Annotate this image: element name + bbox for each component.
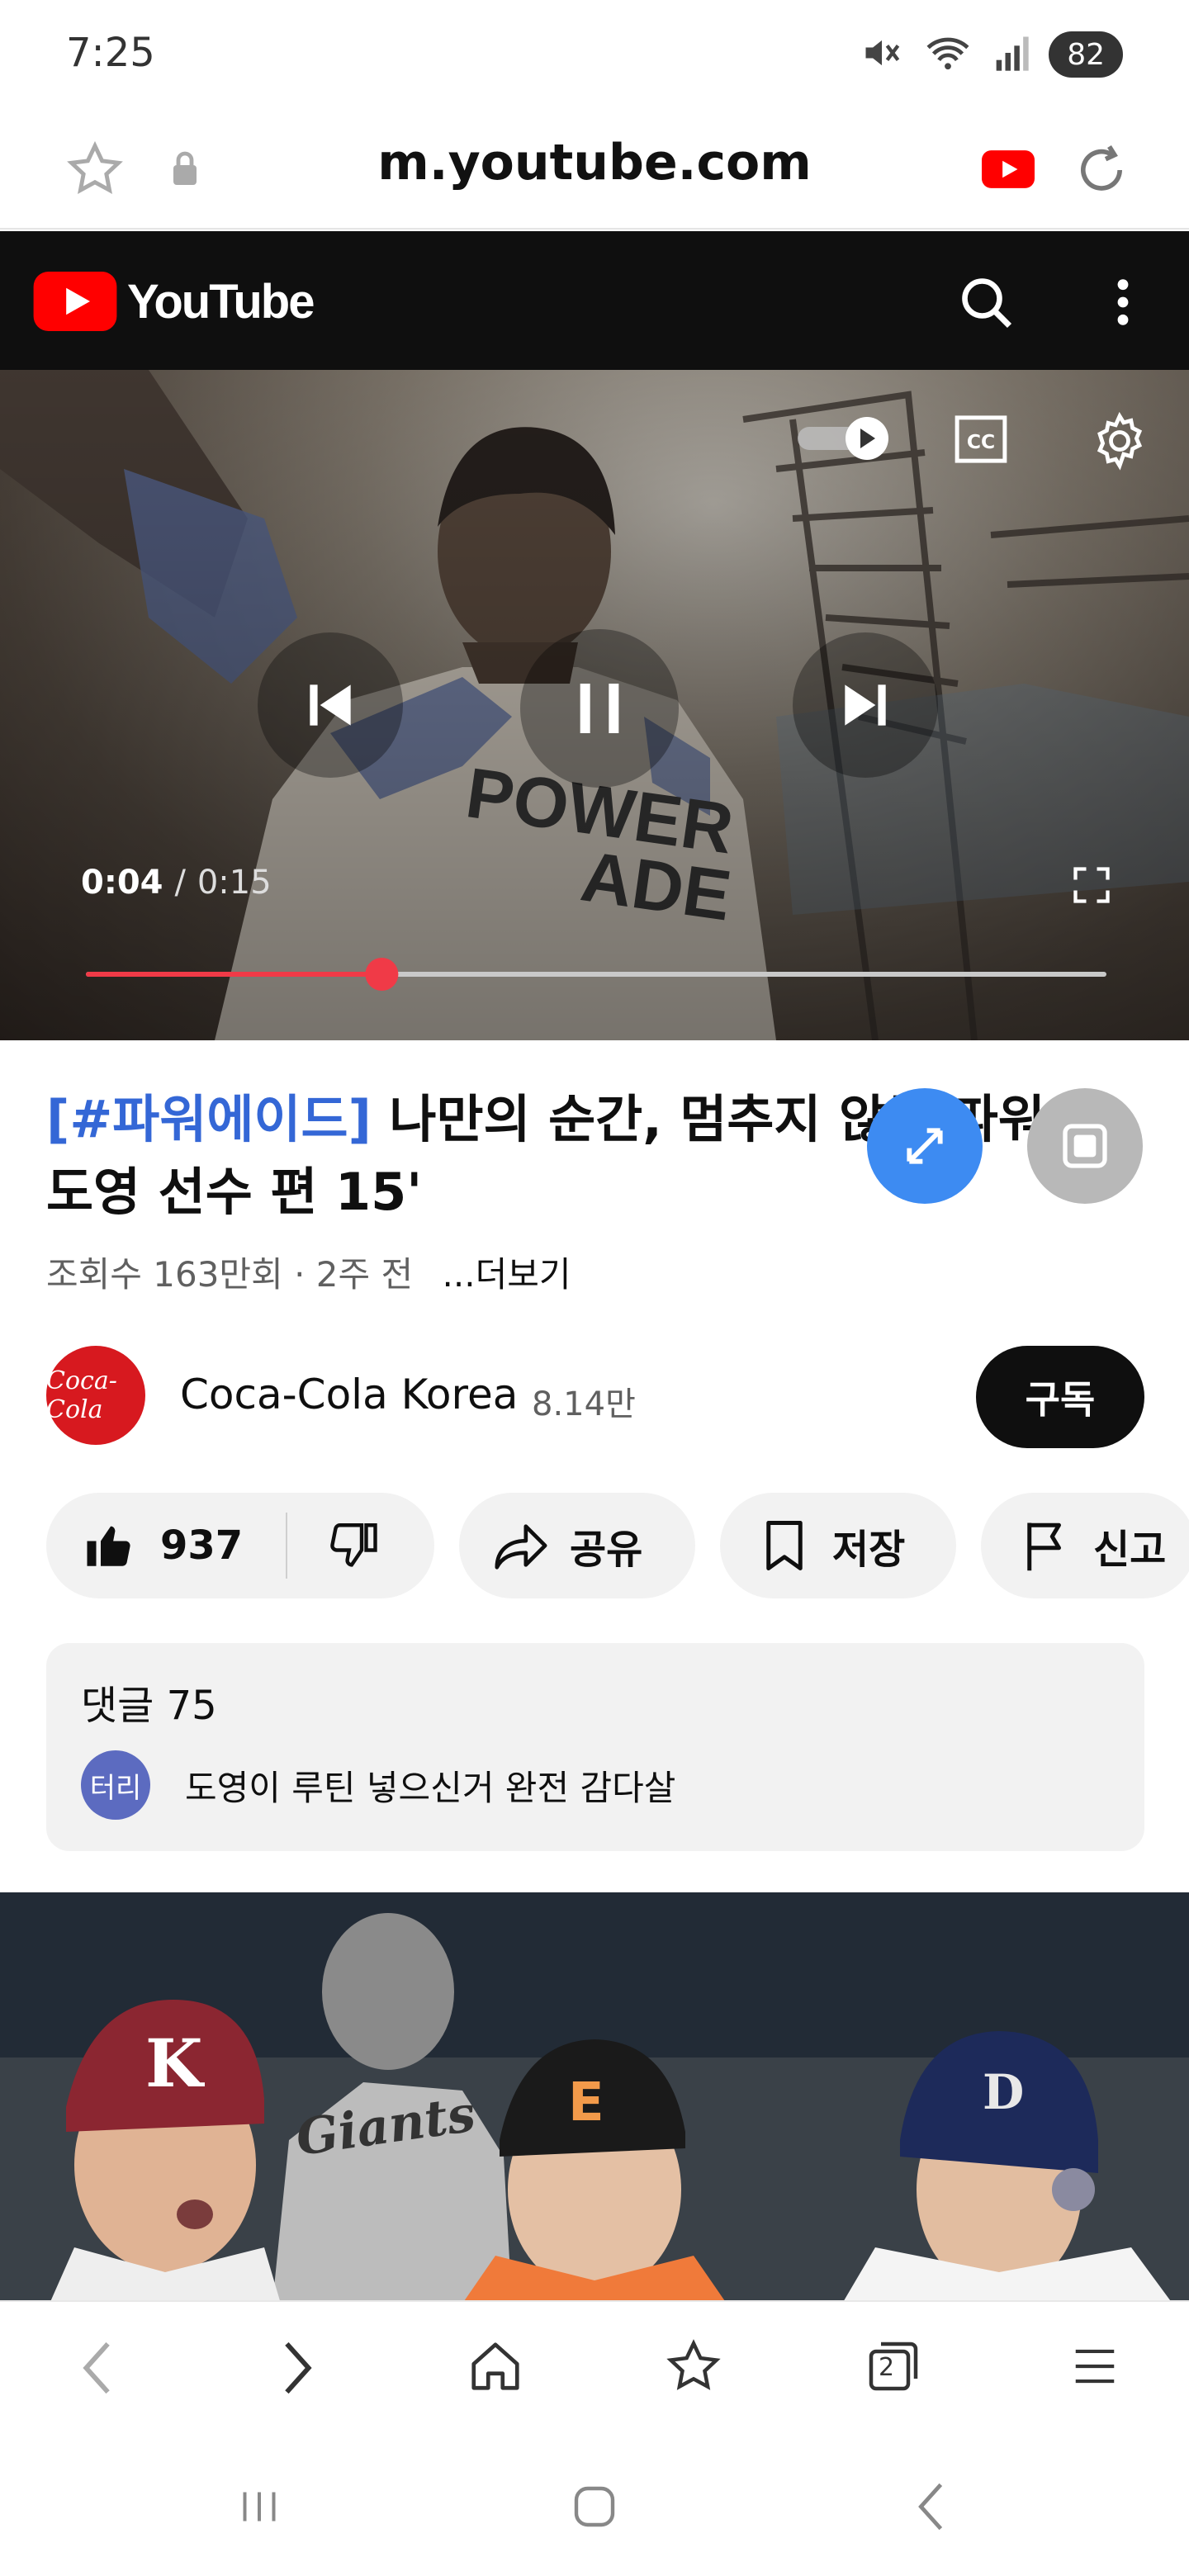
flag-icon: [1027, 1522, 1061, 1571]
channel-avatar-text: Coca-Cola: [46, 1366, 117, 1424]
progress-played: [86, 972, 382, 977]
battery-indicator: 82: [1049, 31, 1123, 78]
pause-icon: [580, 684, 619, 733]
commenter-avatar: 터리: [81, 1750, 150, 1820]
save-button[interactable]: 저장: [720, 1493, 956, 1598]
view-count: 조회수 163만회: [46, 1254, 283, 1295]
svg-text:CC: CC: [967, 430, 995, 453]
like-dislike-pill: 937: [46, 1493, 434, 1598]
title-hashtag[interactable]: [#파워에이드]: [46, 1089, 372, 1149]
bookmark-icon: [766, 1521, 803, 1570]
upload-age: 2주 전: [315, 1254, 414, 1295]
like-count: 937: [160, 1522, 244, 1569]
tabs-button[interactable]: 2: [859, 2332, 928, 2401]
more-options-icon[interactable]: [1090, 264, 1156, 340]
next-button[interactable]: [793, 632, 938, 778]
time-separator: /: [174, 864, 186, 902]
svg-text:K: K: [145, 2024, 205, 2102]
pause-button[interactable]: [520, 629, 679, 788]
wifi-icon: [923, 31, 973, 78]
comments-title: 댓글 75: [81, 1683, 217, 1729]
channel-avatar[interactable]: Coca-Cola: [46, 1346, 145, 1445]
fullscreen-icon[interactable]: [1065, 859, 1118, 912]
share-icon: [495, 1524, 547, 1570]
thumbnail-image: Giants K E D: [0, 1892, 1189, 2304]
status-bar: 7:25 82: [0, 0, 1189, 107]
subscriber-count: 8.14만: [532, 1385, 636, 1423]
share-button[interactable]: 공유: [459, 1493, 695, 1598]
svg-text:E: E: [568, 2072, 604, 2133]
home-icon[interactable]: [461, 2332, 530, 2401]
save-label: 저장: [832, 1527, 906, 1573]
youtube-app-icon[interactable]: [978, 139, 1039, 200]
pip-icon: [1063, 1124, 1107, 1168]
svg-text:D: D: [983, 2064, 1024, 2120]
tabs-count: 2: [879, 2353, 895, 2382]
video-meta[interactable]: 조회수 163만회 · 2주 전 ...더보기: [46, 1247, 571, 1297]
previous-button[interactable]: [258, 632, 403, 778]
expand-floating-button[interactable]: [867, 1088, 983, 1204]
progress-bar[interactable]: [79, 956, 1113, 992]
top-comment-text: 도영이 루틴 넣으신거 완전 감다살: [185, 1768, 676, 1808]
status-time: 7:25: [66, 30, 155, 76]
dislike-button[interactable]: [287, 1518, 380, 1573]
forward-icon[interactable]: [266, 2335, 332, 2401]
subscribe-button[interactable]: 구독: [976, 1346, 1144, 1448]
search-icon[interactable]: [948, 264, 1024, 340]
time-display: 0:04 / 0:15: [81, 864, 272, 902]
youtube-logo[interactable]: YouTube: [33, 271, 315, 332]
home-system-icon[interactable]: [558, 2474, 631, 2540]
browser-bottom-nav: 2: [0, 2300, 1189, 2441]
bookmarks-icon[interactable]: [659, 2332, 728, 2401]
share-label: 공유: [570, 1527, 643, 1573]
next-video-thumbnail[interactable]: Giants K E D: [0, 1892, 1189, 2304]
comments-section[interactable]: 댓글 75 터리 도영이 루틴 넣으신거 완전 감다살: [46, 1643, 1144, 1851]
show-more-link[interactable]: ...더보기: [443, 1254, 571, 1295]
progress-scrubber: [365, 958, 399, 991]
autoplay-toggle[interactable]: [793, 411, 895, 466]
system-back-icon[interactable]: [897, 2474, 963, 2540]
duration: 0:15: [197, 864, 272, 902]
settings-gear-icon[interactable]: [1087, 408, 1153, 474]
system-nav-bar: [0, 2441, 1189, 2576]
expand-arrows-icon: [907, 1128, 943, 1164]
mute-icon: [860, 31, 903, 78]
like-button[interactable]: 937: [46, 1518, 243, 1573]
youtube-header: YouTube: [0, 231, 1189, 370]
menu-icon[interactable]: [1060, 2332, 1130, 2401]
skip-next-icon: [845, 684, 886, 726]
browser-address-bar[interactable]: m.youtube.com: [0, 116, 1189, 230]
recent-apps-icon[interactable]: [226, 2474, 292, 2540]
report-label: 신고: [1093, 1527, 1167, 1573]
thumbs-down-icon: [330, 1523, 377, 1567]
youtube-logo-icon: [33, 272, 117, 331]
report-button[interactable]: 신고: [981, 1493, 1189, 1598]
captions-icon[interactable]: CC: [951, 410, 1011, 469]
back-icon[interactable]: [63, 2335, 129, 2401]
current-time: 0:04: [81, 864, 163, 902]
skip-previous-icon: [310, 684, 351, 726]
reload-icon[interactable]: [1065, 134, 1138, 206]
youtube-logo-text: YouTube: [127, 274, 315, 329]
video-title[interactable]: [#파워에이드] 나만의 순간, 멈추지 않는 파워 김도영 선수 편 15': [46, 1083, 1153, 1229]
thumbs-up-icon: [87, 1526, 130, 1566]
meta-dot: ·: [294, 1254, 306, 1295]
channel-row: Coca-Cola Coca-Cola Korea 8.14만 구독: [46, 1346, 1144, 1448]
pip-floating-button[interactable]: [1027, 1088, 1143, 1204]
video-player[interactable]: POWER ADE CC 0:04 / 0:15: [0, 370, 1189, 1040]
channel-name[interactable]: Coca-Cola Korea: [180, 1371, 518, 1418]
status-icons: 82: [860, 31, 1123, 78]
signal-icon: [992, 31, 1029, 78]
